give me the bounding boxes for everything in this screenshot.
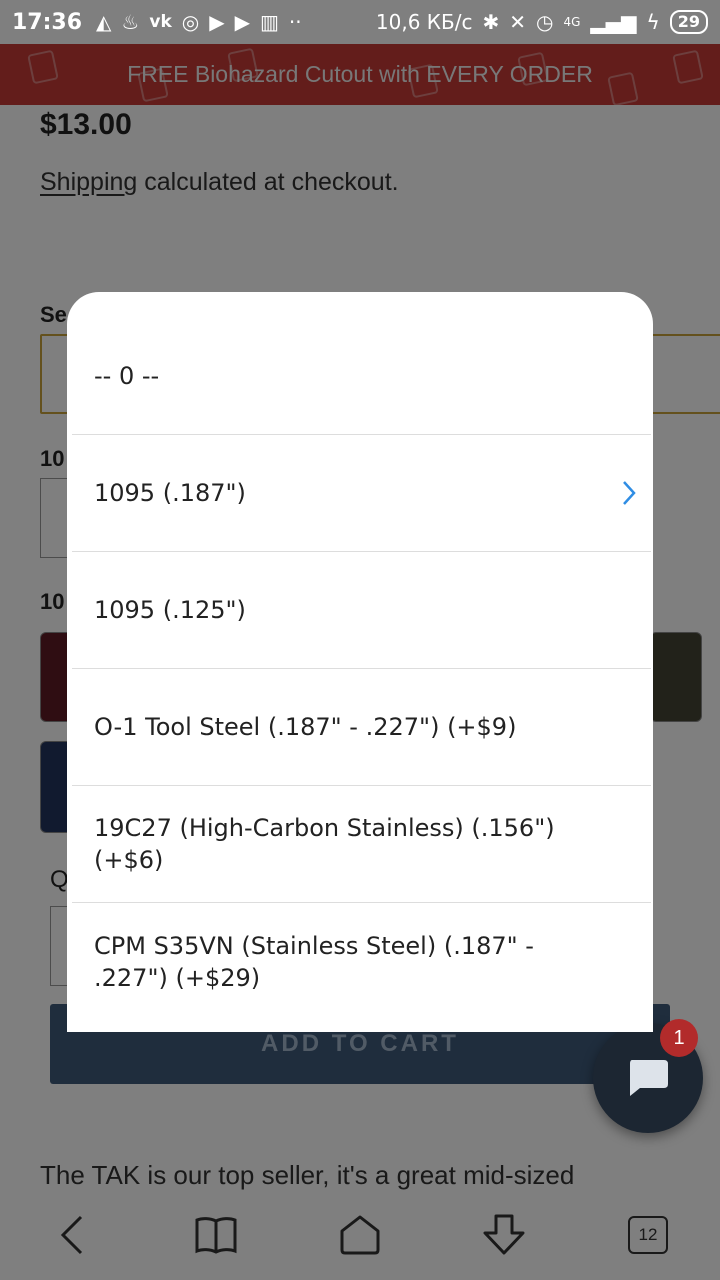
vk-icon: vk bbox=[149, 12, 172, 32]
notification-icons: ◭ ♨ vk ◎ ▶ ▶ ▥ ·· bbox=[96, 10, 302, 34]
picker-option-selected[interactable]: 1095 (.187") bbox=[72, 435, 651, 552]
instagram-icon: ◎ bbox=[181, 10, 200, 34]
picker-option-label: O-1 Tool Steel (.187" - .227") (+$9) bbox=[94, 713, 517, 741]
mute-icon: ✕ bbox=[509, 10, 526, 34]
picker-option-label: CPM S35VN (Stainless Steel) (.187" - .22… bbox=[94, 931, 534, 992]
charging-icon: ϟ bbox=[646, 10, 660, 34]
network-speed: 10,6 КБ/с bbox=[375, 10, 473, 34]
network-type: 4G bbox=[563, 15, 581, 29]
picker-option-label: 1095 (.187") bbox=[94, 479, 246, 507]
trash-icon: ▥ bbox=[259, 10, 279, 34]
picker-option-label: -- 0 -- bbox=[94, 362, 160, 390]
status-bar: 17:36 ◭ ♨ vk ◎ ▶ ▶ ▥ ·· 10,6 КБ/с ✱ ✕ ◷ … bbox=[0, 0, 720, 44]
picker-option[interactable]: -- 0 -- bbox=[72, 318, 651, 435]
picker-option-label: 1095 (.125") bbox=[94, 596, 246, 624]
steel-picker-dialog: -- 0 -- 1095 (.187") 1095 (.125") O-1 To… bbox=[67, 292, 653, 1032]
alarm-icon: ◷ bbox=[535, 10, 554, 34]
chat-icon bbox=[630, 1060, 668, 1096]
picker-option[interactable]: O-1 Tool Steel (.187" - .227") (+$9) bbox=[72, 669, 651, 786]
navigation-icon: ◭ bbox=[96, 10, 112, 34]
signal-icon: ▂▄▆ bbox=[590, 10, 637, 34]
youtube-icon: ▶ bbox=[209, 10, 225, 34]
chevron-right-icon bbox=[623, 481, 636, 505]
picker-option[interactable]: CPM S35VN (Stainless Steel) (.187" - .22… bbox=[72, 903, 651, 1020]
picker-option-label: 19C27 (High-Carbon Stainless) (.156") (+… bbox=[94, 814, 555, 874]
chat-unread-badge: 1 bbox=[660, 1019, 698, 1057]
fire-icon: ♨ bbox=[121, 10, 140, 34]
picker-option[interactable]: 1095 (.125") bbox=[72, 552, 651, 669]
youtube-icon: ▶ bbox=[234, 10, 250, 34]
bluetooth-icon: ✱ bbox=[482, 10, 500, 34]
battery-level: 29 bbox=[669, 10, 708, 34]
status-time: 17:36 bbox=[12, 9, 83, 35]
more-dots-icon: ·· bbox=[288, 10, 302, 34]
picker-option[interactable]: 19C27 (High-Carbon Stainless) (.156") (+… bbox=[72, 786, 651, 903]
